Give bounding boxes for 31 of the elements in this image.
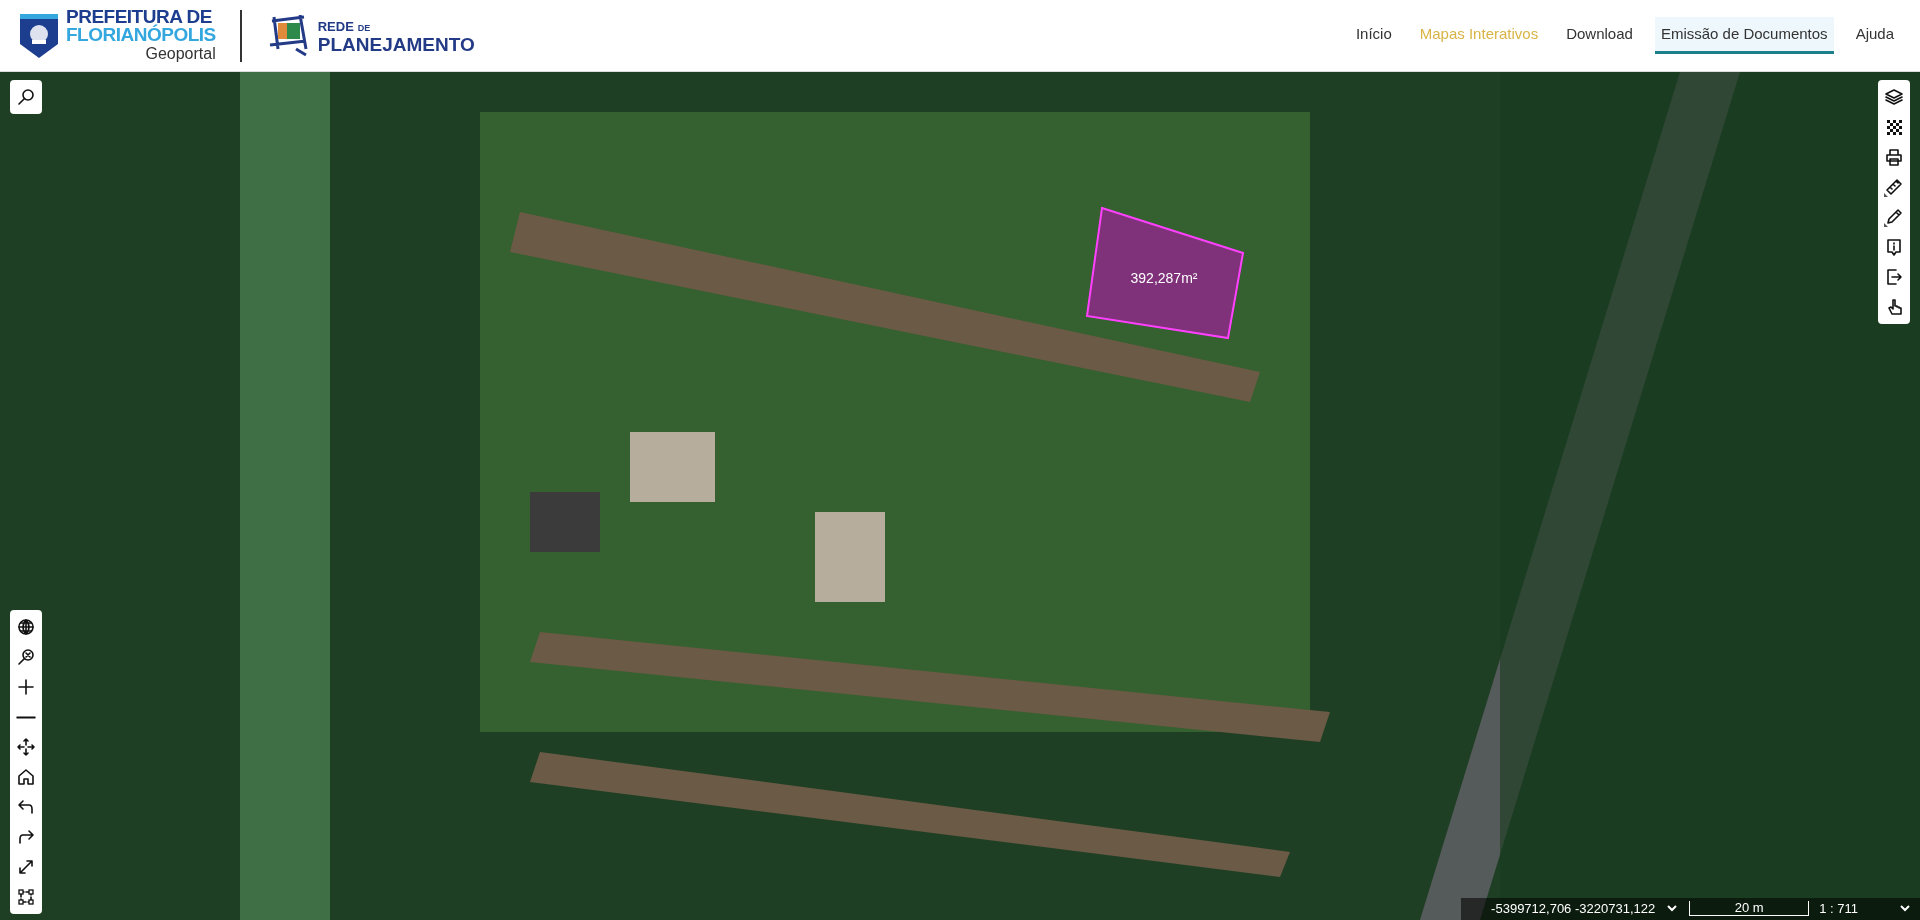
scale-bar: 20 m xyxy=(1689,900,1810,916)
minus-icon xyxy=(16,714,36,720)
info-icon xyxy=(1884,237,1904,257)
search-icon xyxy=(16,87,36,107)
portal-subtitle: Geoportal xyxy=(144,43,216,64)
city-crest-icon xyxy=(20,13,58,58)
globe-icon xyxy=(16,617,36,637)
network-title: DE xyxy=(357,21,371,35)
layers-icon xyxy=(1884,87,1904,107)
network-title: PLANEJAMENTO xyxy=(317,36,475,55)
nav-link[interactable]: Início xyxy=(1349,16,1398,55)
nav-link[interactable]: Emissão de Documentos xyxy=(1654,16,1834,55)
area-label: 392,287m² xyxy=(1130,270,1198,286)
printer-icon xyxy=(1884,147,1904,167)
coordinates-text: -5399712,706 -3220731,122 xyxy=(1491,899,1656,918)
redo-arrow-icon xyxy=(16,827,36,847)
expand-arrow-icon xyxy=(16,857,36,877)
scale-text: 1 : 711 xyxy=(1819,899,1858,918)
undo-arrow-icon xyxy=(16,797,36,817)
pencil-icon xyxy=(1884,207,1904,227)
checkerboard-icon xyxy=(1884,117,1904,137)
exit-arrow-icon xyxy=(1884,267,1904,287)
plus-icon xyxy=(16,677,36,697)
nav-link[interactable]: Download xyxy=(1560,16,1639,55)
ruler-icon xyxy=(1884,177,1904,197)
zoom-extent-icon xyxy=(16,647,36,667)
pan-arrows-icon xyxy=(16,737,36,757)
selection-frame-icon xyxy=(16,887,36,907)
home-icon xyxy=(16,767,36,787)
nav-link[interactable]: Ajuda xyxy=(1849,16,1900,55)
network-title: REDE xyxy=(317,17,354,36)
